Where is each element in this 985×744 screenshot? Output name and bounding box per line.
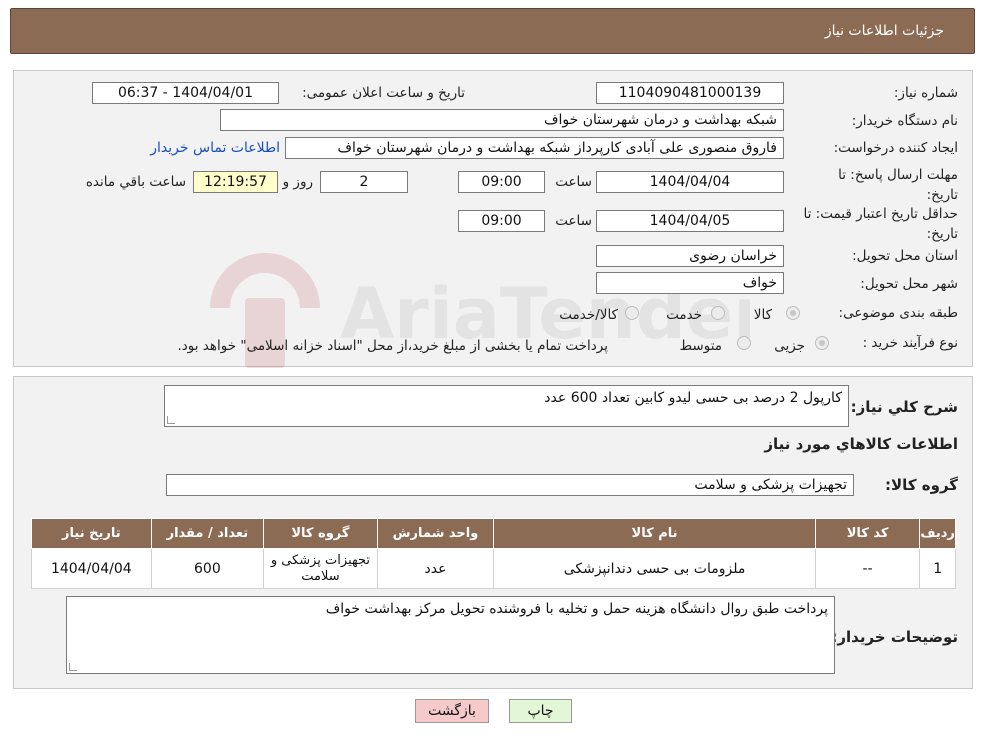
cell-row: 1 [919, 548, 956, 589]
category-radio-service[interactable] [711, 306, 725, 320]
remaining-days-field: 2 [320, 171, 408, 193]
category-radio-goods-service[interactable] [625, 306, 639, 320]
table-header-row: ردیف کد کالا نام کالا واحد شمارش گروه کا… [31, 518, 956, 549]
buyer-org-label: نام دستگاه خریدار: [851, 113, 958, 129]
buyer-notes-label: توضیحات خریدار: [831, 628, 958, 646]
category-option-service: خدمت [666, 307, 702, 323]
price-date-field: 1404/04/05 [596, 210, 784, 232]
response-deadline-label: مهلت ارسال پاسخ: تا تاریخ: [838, 167, 958, 203]
category-label: طبقه بندی موضوعی: [838, 305, 958, 321]
response-time-label: ساعت [555, 174, 592, 190]
buyer-notes-field[interactable]: پرداخت طبق روال دانشگاه هزینه حمل و تخلی… [66, 596, 835, 674]
cell-code: -- [814, 548, 921, 589]
purchase-option-minor: جزیی [774, 338, 805, 354]
province-label: استان محل تحویل: [852, 248, 958, 264]
goods-info-heading: اطلاعات کالاهاي مورد نياز [764, 435, 958, 453]
announce-datetime-field: 1404/04/01 - 06:37 [92, 82, 279, 104]
purchase-note: پرداخت تمام یا بخشی از مبلغ خرید،از محل … [177, 338, 608, 354]
cell-unit: عدد [376, 548, 495, 589]
print-button[interactable]: چاپ [509, 699, 572, 723]
table-row: 1 -- ملزومات بی حسی دندانپزشکی عدد تجهیز… [31, 548, 956, 589]
page-header: جزئیات اطلاعات نیاز [10, 8, 975, 54]
response-date-field: 1404/04/04 [596, 171, 784, 193]
col-group: گروه کالا [263, 518, 378, 549]
price-time-field: 09:00 [458, 210, 545, 232]
purchase-radio-minor[interactable] [815, 336, 829, 350]
resize-handle-icon[interactable] [167, 416, 175, 424]
goods-group-label: گروه کالا: [885, 476, 958, 494]
col-quantity: تعداد / مقدار [150, 518, 265, 549]
page-title: جزئیات اطلاعات نیاز [824, 23, 944, 39]
cell-quantity: 600 [150, 548, 265, 589]
items-table: ردیف کد کالا نام کالا واحد شمارش گروه کا… [31, 518, 956, 589]
requester-field: فاروق منصوری علی آبادی کارپرداز شبکه بهد… [285, 137, 784, 159]
category-option-goods-service: کالا/خدمت [559, 307, 618, 323]
province-field: خراسان رضوی [596, 245, 784, 267]
resize-handle-icon[interactable] [69, 663, 77, 671]
category-option-goods: کالا [753, 307, 772, 323]
remaining-time-field: 12:19:57 [193, 171, 278, 193]
day-and-label: روز و [282, 174, 313, 190]
buyer-org-field: شبکه بهداشت و درمان شهرستان خواف [220, 109, 784, 131]
col-code: کد کالا [814, 518, 921, 549]
cell-name: ملزومات بی حسی دندانپزشکی [493, 548, 816, 589]
price-validity-label: حداقل تاریخ اعتبار قیمت: تا تاریخ: [803, 206, 958, 242]
col-row: ردیف [919, 518, 956, 549]
purchase-type-label: نوع فرآیند خرید : [862, 335, 958, 351]
buyer-contact-link[interactable]: اطلاعات تماس خریدار [150, 140, 280, 156]
col-name: نام کالا [493, 518, 816, 549]
city-label: شهر محل تحویل: [860, 276, 958, 292]
back-button[interactable]: بازگشت [415, 699, 489, 723]
requester-label: ایجاد کننده درخواست: [833, 140, 958, 156]
city-field: خواف [596, 272, 784, 294]
goods-group-field: تجهیزات پزشکی و سلامت [166, 474, 854, 496]
announce-datetime-label: تاریخ و ساعت اعلان عمومی: [302, 85, 465, 101]
need-number-field: 1104090481000139 [596, 82, 784, 104]
purchase-option-medium: متوسط [679, 338, 722, 354]
col-unit: واحد شمارش [376, 518, 495, 549]
buyer-notes-text: پرداخت طبق روال دانشگاه هزینه حمل و تخلی… [325, 601, 828, 617]
price-time-label: ساعت [555, 213, 592, 229]
general-description-text: کارپول 2 درصد بی حسی لیدو کابین تعداد 60… [544, 390, 842, 406]
col-date: تاریخ نیاز [31, 518, 152, 549]
general-description-label: شرح کلي نياز: [850, 398, 958, 416]
cell-group: تجهیزات پزشکی و سلامت [263, 548, 378, 589]
need-number-label: شماره نیاز: [893, 85, 958, 101]
response-time-field: 09:00 [458, 171, 545, 193]
remaining-label: ساعت باقي مانده [85, 174, 186, 190]
purchase-radio-medium[interactable] [737, 336, 751, 350]
category-radio-goods[interactable] [786, 306, 800, 320]
cell-date: 1404/04/04 [31, 548, 152, 589]
general-description-field[interactable]: کارپول 2 درصد بی حسی لیدو کابین تعداد 60… [164, 385, 849, 427]
